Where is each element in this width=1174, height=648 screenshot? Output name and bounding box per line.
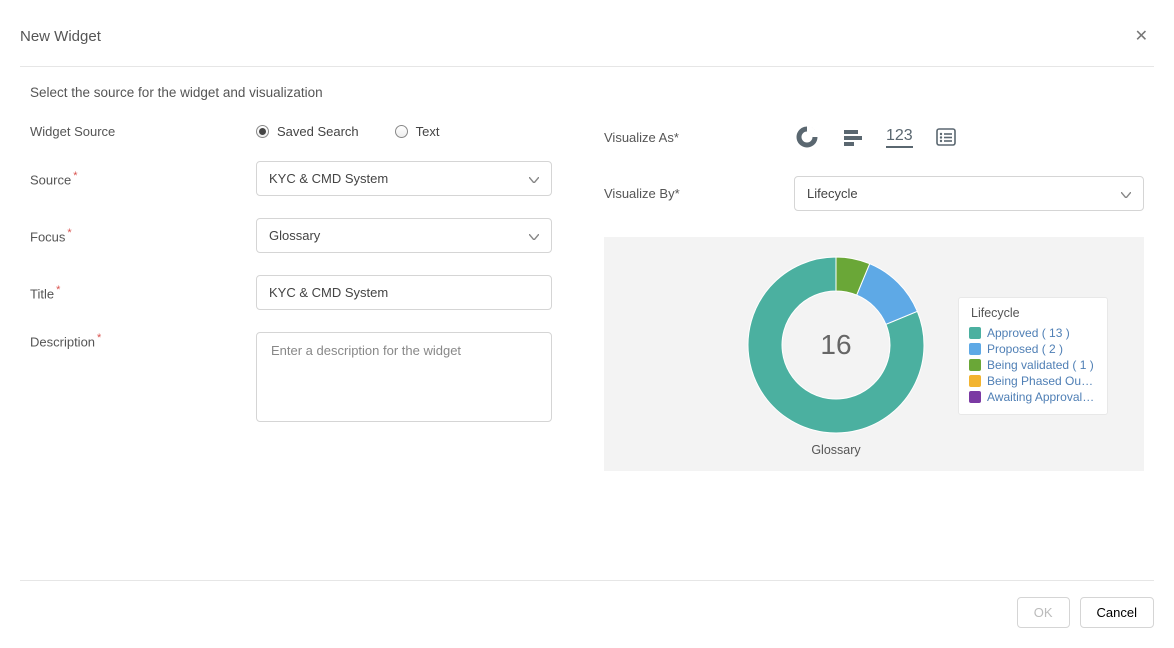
radio-label: Saved Search bbox=[277, 124, 359, 139]
focus-label: Focus* bbox=[30, 227, 256, 244]
legend-label: Awaiting Approval … bbox=[987, 390, 1095, 404]
visualize-by-label: Visualize By* bbox=[604, 186, 794, 201]
vis-number-icon[interactable]: 123 bbox=[886, 124, 913, 150]
radio-saved-search[interactable]: Saved Search bbox=[256, 124, 359, 139]
title-input[interactable] bbox=[256, 275, 552, 310]
legend-label: Proposed ( 2 ) bbox=[987, 342, 1063, 356]
title-label: Title* bbox=[30, 284, 256, 301]
chevron-down-icon bbox=[1121, 186, 1131, 201]
radio-icon bbox=[395, 125, 408, 138]
vis-donut-icon[interactable] bbox=[794, 124, 820, 150]
visualize-as-label: Visualize As* bbox=[604, 130, 794, 145]
vis-list-icon[interactable] bbox=[933, 124, 959, 150]
radio-text[interactable]: Text bbox=[395, 124, 440, 139]
legend-item[interactable]: Proposed ( 2 ) bbox=[969, 342, 1095, 356]
cancel-button[interactable]: Cancel bbox=[1080, 597, 1154, 628]
widget-source-label: Widget Source bbox=[30, 124, 256, 139]
legend-swatch bbox=[969, 327, 981, 339]
chevron-down-icon bbox=[529, 171, 539, 186]
donut-axis-label: Glossary bbox=[811, 443, 860, 457]
source-value: KYC & CMD System bbox=[269, 171, 388, 186]
legend-swatch bbox=[969, 375, 981, 387]
vis-bar-icon[interactable] bbox=[840, 124, 866, 150]
legend-label: Being validated ( 1 ) bbox=[987, 358, 1094, 372]
legend-label: Approved ( 13 ) bbox=[987, 326, 1070, 340]
intro-text: Select the source for the widget and vis… bbox=[0, 67, 1174, 100]
close-icon[interactable]: ✕ bbox=[1129, 22, 1154, 50]
chart-preview: 16 Glossary Lifecycle Approved ( 13 ) Pro… bbox=[604, 237, 1144, 471]
radio-label: Text bbox=[416, 124, 440, 139]
legend-label: Being Phased Out … bbox=[987, 374, 1095, 388]
donut-total: 16 bbox=[820, 329, 851, 361]
radio-icon bbox=[256, 125, 269, 138]
donut-chart[interactable]: 16 bbox=[746, 255, 926, 435]
dialog-title: New Widget bbox=[20, 28, 101, 45]
legend-swatch bbox=[969, 359, 981, 371]
legend-title: Lifecycle bbox=[969, 306, 1095, 320]
visualize-by-value: Lifecycle bbox=[807, 186, 858, 201]
legend-item[interactable]: Being Phased Out … bbox=[969, 374, 1095, 388]
legend-item[interactable]: Being validated ( 1 ) bbox=[969, 358, 1095, 372]
source-select[interactable]: KYC & CMD System bbox=[256, 161, 552, 196]
chart-legend: Lifecycle Approved ( 13 ) Proposed ( 2 ) B… bbox=[958, 297, 1108, 415]
chevron-down-icon bbox=[529, 228, 539, 243]
legend-swatch bbox=[969, 343, 981, 355]
description-label: Description* bbox=[30, 332, 256, 349]
ok-button[interactable]: OK bbox=[1017, 597, 1070, 628]
legend-item[interactable]: Approved ( 13 ) bbox=[969, 326, 1095, 340]
focus-value: Glossary bbox=[269, 228, 320, 243]
description-input[interactable] bbox=[256, 332, 552, 422]
legend-item[interactable]: Awaiting Approval … bbox=[969, 390, 1095, 404]
source-label: Source* bbox=[30, 170, 256, 187]
legend-swatch bbox=[969, 391, 981, 403]
focus-select[interactable]: Glossary bbox=[256, 218, 552, 253]
visualize-by-select[interactable]: Lifecycle bbox=[794, 176, 1144, 211]
